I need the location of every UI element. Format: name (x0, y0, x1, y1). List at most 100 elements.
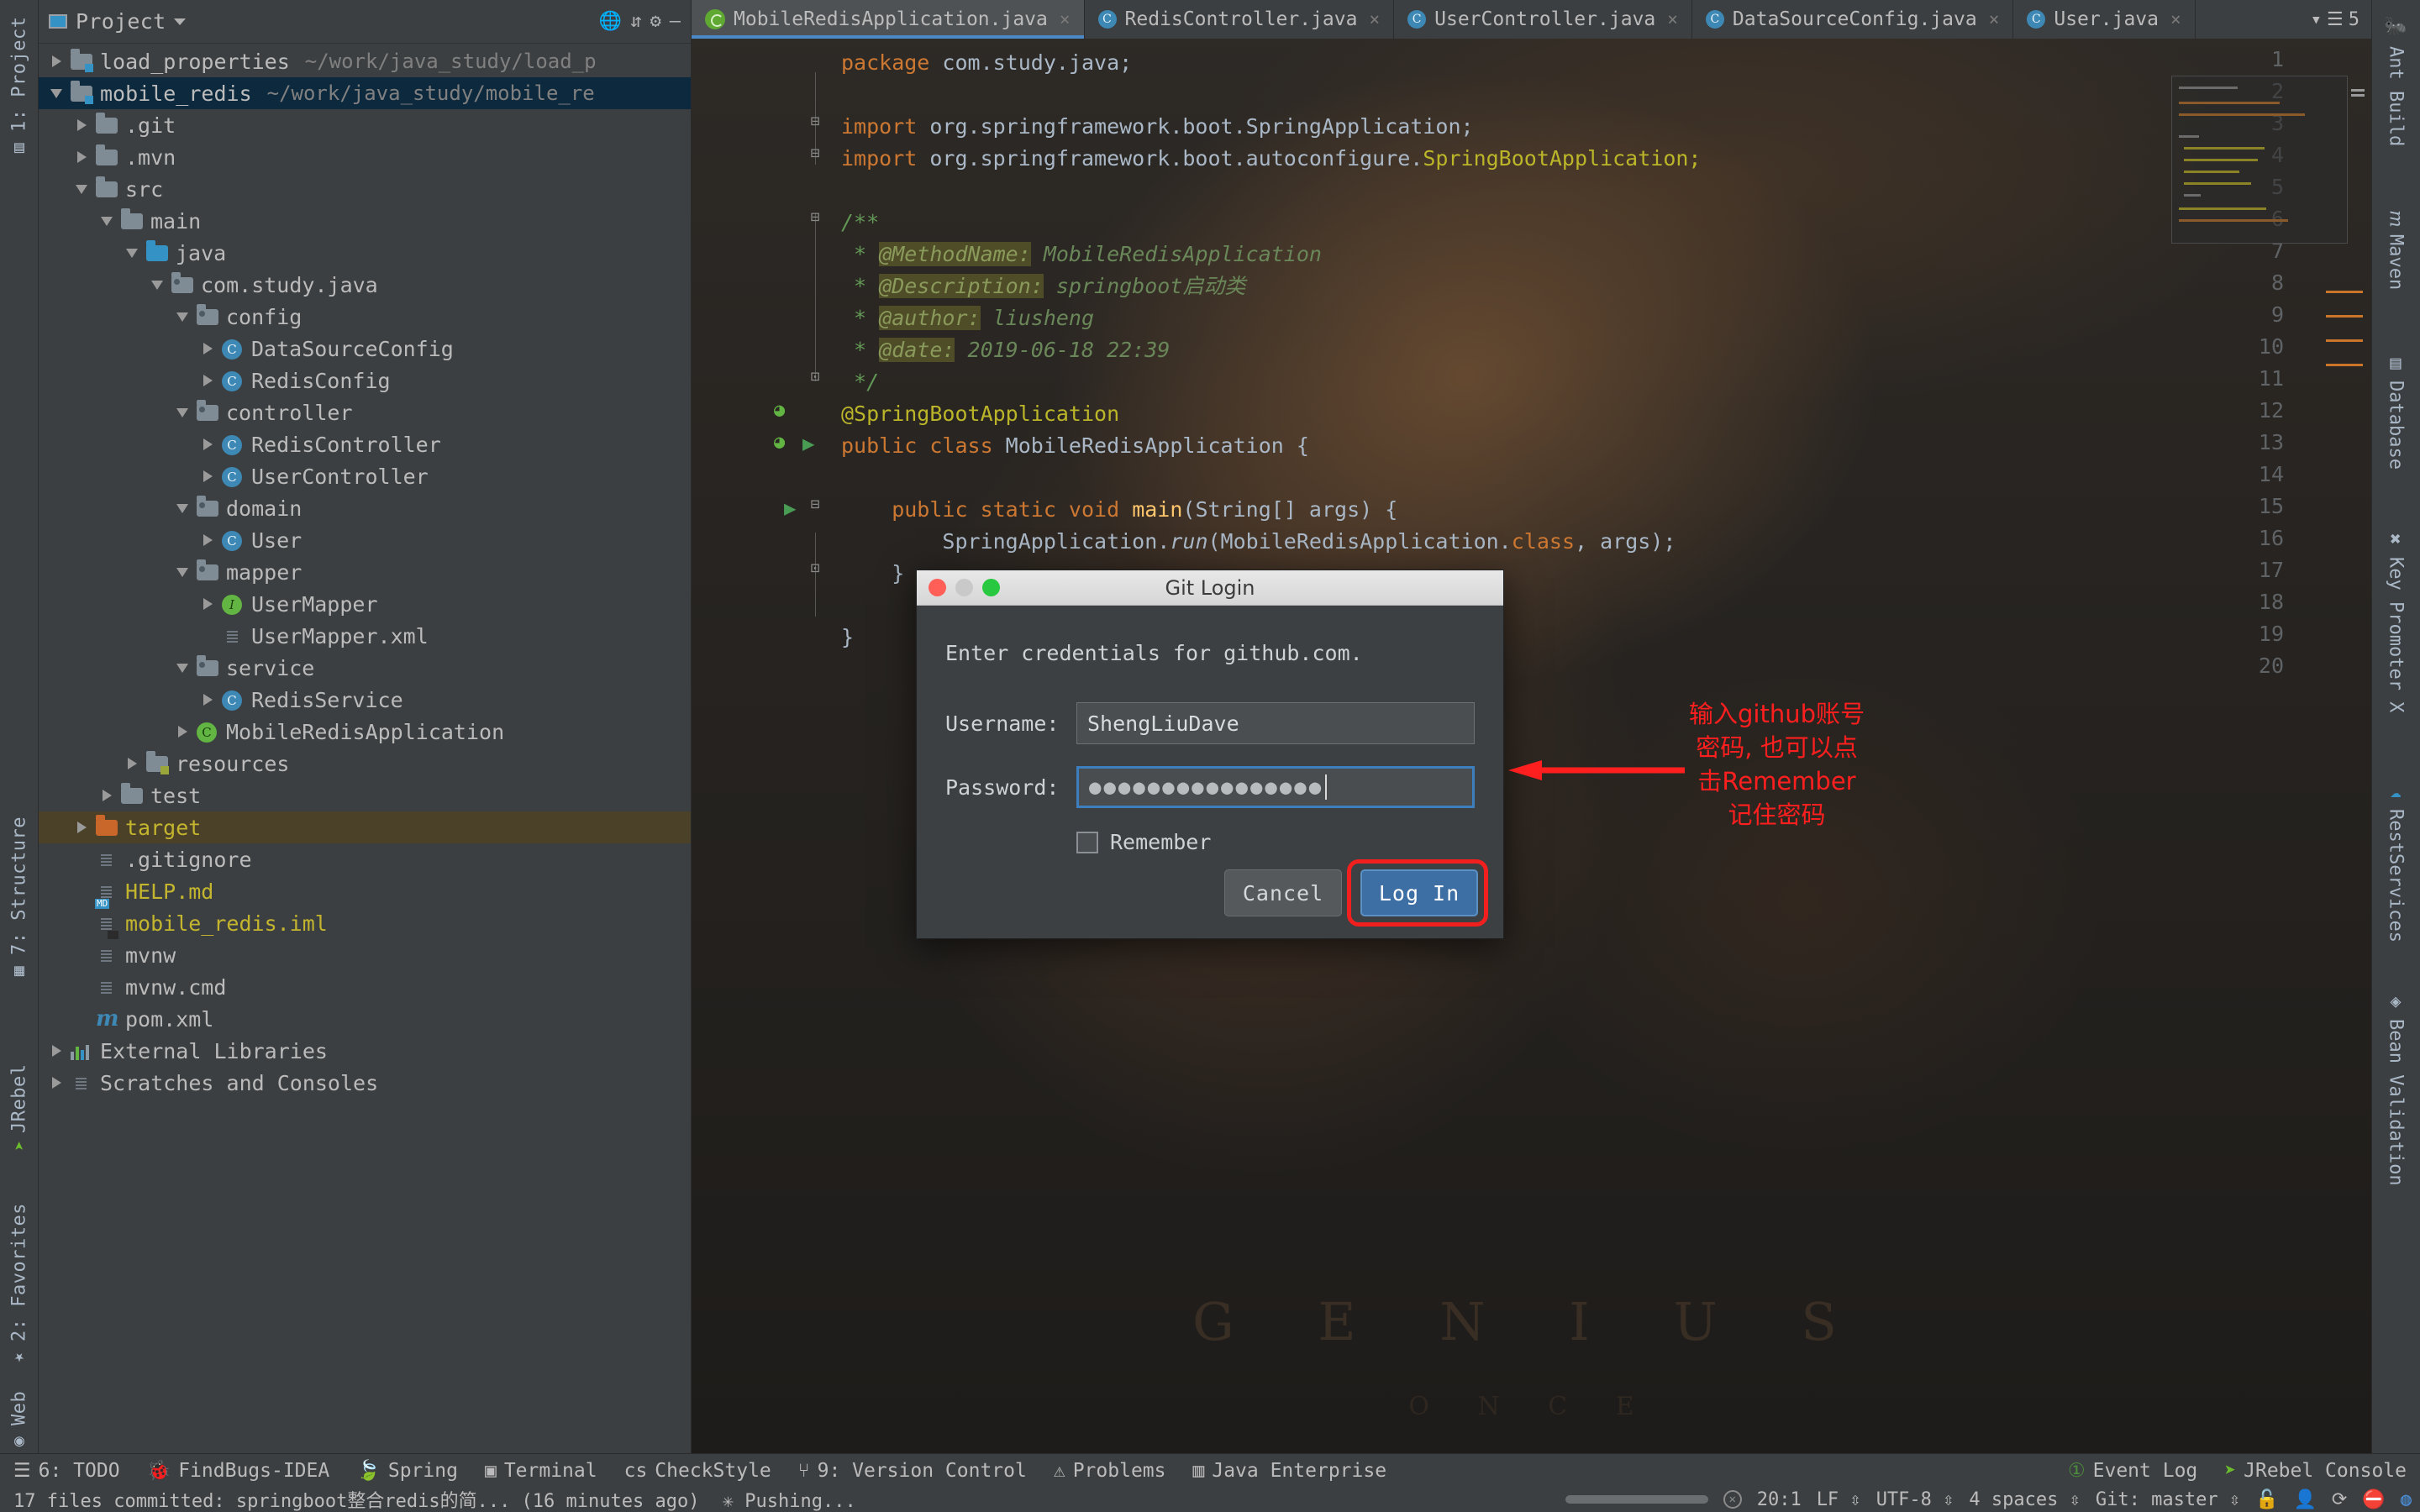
tree-item[interactable]: MD HELP.md (39, 875, 691, 909)
tool-window-button-findbugs-idea[interactable]: 🐞 FindBugs-IDEA (134, 1459, 344, 1483)
tool-window-button-terminal[interactable]: ▣ Terminal (471, 1460, 611, 1482)
fold-icon[interactable]: ⊡ (807, 368, 823, 386)
tree-item[interactable]: .gitignore (39, 843, 691, 875)
fold-icon[interactable]: ⊟ (807, 208, 823, 226)
tree-expander[interactable] (200, 596, 217, 612)
code-line[interactable]: public class MobileRedisApplication { (841, 430, 1309, 462)
git-branch[interactable]: Git: master ⇳ (2096, 1489, 2240, 1510)
tool-window-button-9-version-control[interactable]: ⑂ 9: Version Control (785, 1460, 1040, 1482)
editor-tab[interactable]: C User.java × (2013, 0, 2196, 39)
zoom-icon[interactable] (982, 579, 1000, 596)
editor-tab[interactable]: C DataSourceConfig.java × (1691, 0, 2014, 39)
caret-position[interactable]: 20:1 (1757, 1489, 1802, 1510)
tree-expander[interactable] (49, 85, 66, 102)
line-separator[interactable]: LF ⇳ (1817, 1489, 1861, 1510)
tree-item[interactable]: External Libraries (39, 1035, 691, 1067)
minimize-icon[interactable] (955, 579, 973, 596)
tree-item[interactable]: service (39, 652, 691, 684)
code-line[interactable]: /** (841, 207, 879, 239)
warning-marker[interactable] (2326, 364, 2363, 366)
tree-expander[interactable] (124, 244, 141, 261)
code-line[interactable]: */ (841, 366, 879, 398)
tree-item[interactable]: load_properties ~/work/java_study/load_p (39, 45, 691, 77)
sidebar-item-structure[interactable]: ▦ 7: Structure (0, 790, 39, 983)
tree-item[interactable]: mapper (39, 556, 691, 588)
sidebar-item-ant-build[interactable]: 🐜 Ant Build (2375, 17, 2417, 146)
tree-expander[interactable] (74, 915, 91, 932)
tree-expander[interactable] (200, 372, 217, 389)
tree-item[interactable]: C UserController (39, 460, 691, 492)
tree-expander[interactable] (200, 691, 217, 708)
code-line[interactable]: package com.study.java; (841, 47, 1132, 79)
tree-item[interactable]: mobile_redis.iml (39, 907, 691, 939)
tree-item[interactable]: com.study.java (39, 269, 691, 301)
tree-item[interactable]: C MobileRedisApplication (39, 716, 691, 748)
gear-icon[interactable]: ⚙ (650, 11, 661, 32)
tree-expander[interactable] (150, 276, 166, 293)
close-icon[interactable]: × (1060, 9, 1071, 29)
tool-window-button-6-todo[interactable]: ☰ 6: TODO (0, 1460, 134, 1482)
tree-item[interactable]: C RedisController (39, 428, 691, 460)
code-line[interactable]: import org.springframework.boot.autoconf… (841, 143, 1702, 175)
tool-window-button-jrebel-console[interactable]: ➤ JRebel Console (2211, 1460, 2420, 1482)
tree-expander[interactable] (200, 468, 217, 485)
tool-window-button-java-enterprise[interactable]: ▥ Java Enterprise (1179, 1460, 1400, 1482)
editor-scroll-handle[interactable] (2351, 89, 2365, 104)
tool-window-button-problems[interactable]: ⚠ Problems (1040, 1460, 1180, 1482)
tree-expander[interactable] (175, 308, 192, 325)
sidebar-item-database[interactable]: ▤ Database (2375, 353, 2417, 470)
tree-expander[interactable] (200, 340, 217, 357)
fold-icon[interactable]: ⊟ (807, 144, 823, 162)
minimize-icon[interactable]: — (670, 11, 681, 32)
indent-setting[interactable]: 4 spaces ⇳ (1969, 1489, 2080, 1510)
tree-expander[interactable] (175, 404, 192, 421)
sidebar-item-maven[interactable]: m Maven (2375, 210, 2417, 290)
password-input[interactable]: ●●●●●●●●●●●●●●●● (1076, 766, 1475, 808)
tree-item[interactable]: C RedisService (39, 684, 691, 716)
editor-warning-markers[interactable] (2326, 291, 2363, 388)
tab-overflow-group[interactable]: ▾ ☰ 5 (2299, 0, 2371, 39)
close-icon[interactable]: × (1369, 9, 1380, 29)
tree-item[interactable]: domain (39, 492, 691, 524)
tree-item[interactable]: mobile_redis ~/work/java_study/mobile_re (39, 77, 691, 109)
tree-item[interactable]: mvnw (39, 939, 691, 971)
tree-item[interactable]: mvnw.cmd (39, 971, 691, 1003)
run-gutter-icon[interactable]: ▶ (802, 432, 814, 455)
fold-icon[interactable]: ⊟ (807, 113, 823, 130)
traffic-lights[interactable] (917, 579, 1000, 596)
globe-icon[interactable]: 🌐 (599, 11, 622, 32)
sidebar-item-rest-services[interactable]: ☁ RestServices (2375, 781, 2417, 942)
error-icon[interactable]: ⛔ (2362, 1489, 2385, 1510)
hat-icon[interactable]: 👤 (2294, 1489, 2317, 1510)
spring-config-gutter-icon[interactable]: ◕ (774, 432, 785, 453)
tree-expander[interactable] (49, 53, 66, 70)
tree-item[interactable]: java (39, 237, 691, 269)
close-icon[interactable]: × (1989, 9, 2000, 29)
tree-item[interactable]: UserMapper.xml (39, 620, 691, 652)
tree-expander[interactable] (175, 659, 192, 676)
lock-icon[interactable]: 🔓 (2255, 1489, 2278, 1510)
tree-item[interactable]: main (39, 205, 691, 237)
code-line[interactable]: SpringApplication.run(MobileRedisApplica… (841, 526, 1676, 558)
close-icon[interactable]: × (1667, 9, 1678, 29)
tree-expander[interactable] (74, 1011, 91, 1027)
chevron-down-icon[interactable]: ▾ (2311, 9, 2322, 30)
tree-item[interactable]: m pom.xml (39, 1003, 691, 1035)
remember-row[interactable]: Remember (1076, 830, 1475, 854)
tree-expander[interactable] (74, 947, 91, 963)
tree-item[interactable]: .git (39, 109, 691, 141)
tree-item[interactable]: C RedisConfig (39, 365, 691, 396)
run-method-gutter-icon[interactable]: ▶ (784, 496, 796, 520)
git-login-dialog[interactable]: Git Login Enter credentials for github.c… (916, 570, 1504, 939)
tree-item[interactable]: .mvn (39, 141, 691, 173)
tree-item[interactable]: C DataSourceConfig (39, 333, 691, 365)
warning-marker[interactable] (2326, 291, 2363, 293)
code-line[interactable]: * @date: 2019-06-18 22:39 (841, 334, 1170, 366)
google-icon[interactable]: ◍ (2401, 1489, 2412, 1510)
tool-window-button-event-log[interactable]: ① Event Log (2054, 1460, 2211, 1482)
collapse-all-icon[interactable]: ⇵ (630, 11, 641, 32)
code-line[interactable]: @SpringBootApplication (841, 398, 1119, 430)
tree-expander[interactable] (175, 723, 192, 740)
editor-tab[interactable]: MobileRedisApplication.java × (692, 0, 1085, 39)
sync-icon[interactable]: ⟳ (2332, 1489, 2347, 1510)
